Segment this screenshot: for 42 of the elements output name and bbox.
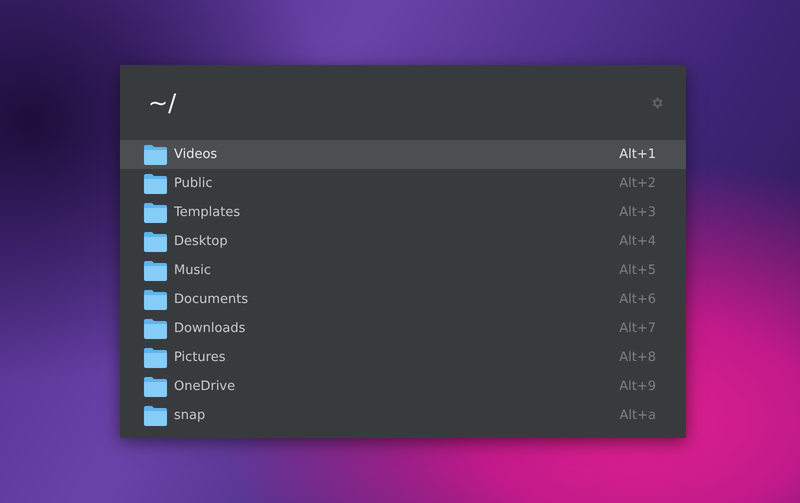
folder-icon bbox=[144, 376, 167, 396]
shortcut-label: Alt+9 bbox=[619, 379, 656, 394]
settings-icon[interactable] bbox=[650, 96, 664, 110]
folder-name: Public bbox=[174, 176, 214, 191]
folder-icon bbox=[144, 290, 167, 310]
folder-icon bbox=[144, 260, 167, 280]
shortcut-label: Alt+8 bbox=[619, 350, 656, 365]
folder-icon bbox=[144, 348, 167, 368]
folder-name: Pictures bbox=[174, 350, 226, 365]
folder-item[interactable]: Downloads Alt+7 bbox=[120, 314, 686, 343]
folder-icon bbox=[144, 406, 167, 426]
folder-name: Documents bbox=[174, 292, 250, 307]
shortcut-label: Alt+4 bbox=[619, 234, 656, 249]
folder-name: Templates bbox=[174, 205, 242, 220]
folder-icon bbox=[144, 174, 167, 194]
shortcut-label: Alt+2 bbox=[619, 176, 656, 191]
folder-item[interactable]: Public Alt+2 bbox=[120, 169, 686, 198]
folder-item[interactable]: Templates Alt+3 bbox=[120, 198, 686, 227]
shortcut-label: Alt+6 bbox=[619, 292, 656, 307]
shortcut-label: Alt+1 bbox=[619, 147, 656, 162]
folder-name: Videos bbox=[174, 147, 218, 162]
folder-icon bbox=[144, 232, 167, 252]
shortcut-label: Alt+a bbox=[620, 408, 656, 423]
folder-item[interactable]: OneDrive Alt+9 bbox=[120, 372, 686, 401]
search-field[interactable]: ~/ bbox=[148, 88, 548, 116]
folder-item[interactable]: snap Alt+a bbox=[120, 401, 686, 430]
shortcut-label: Alt+5 bbox=[619, 263, 656, 278]
folder-icon bbox=[144, 318, 167, 338]
shortcut-label: Alt+7 bbox=[619, 321, 656, 336]
folder-item[interactable]: Videos Alt+1 bbox=[120, 140, 686, 169]
folder-icon bbox=[144, 202, 167, 222]
folder-name: OneDrive bbox=[174, 379, 236, 394]
folder-name: Downloads bbox=[174, 321, 246, 336]
folder-name: Music bbox=[174, 263, 212, 278]
folder-item[interactable]: Music Alt+5 bbox=[120, 256, 686, 285]
folder-icon bbox=[144, 144, 167, 164]
folder-item[interactable]: Documents Alt+6 bbox=[120, 285, 686, 314]
folder-item[interactable]: Pictures Alt+8 bbox=[120, 343, 686, 372]
shortcut-label: Alt+3 bbox=[619, 205, 656, 220]
folder-item[interactable]: Desktop Alt+4 bbox=[120, 227, 686, 256]
folder-name: snap bbox=[174, 408, 206, 423]
folder-name: Desktop bbox=[174, 234, 229, 249]
